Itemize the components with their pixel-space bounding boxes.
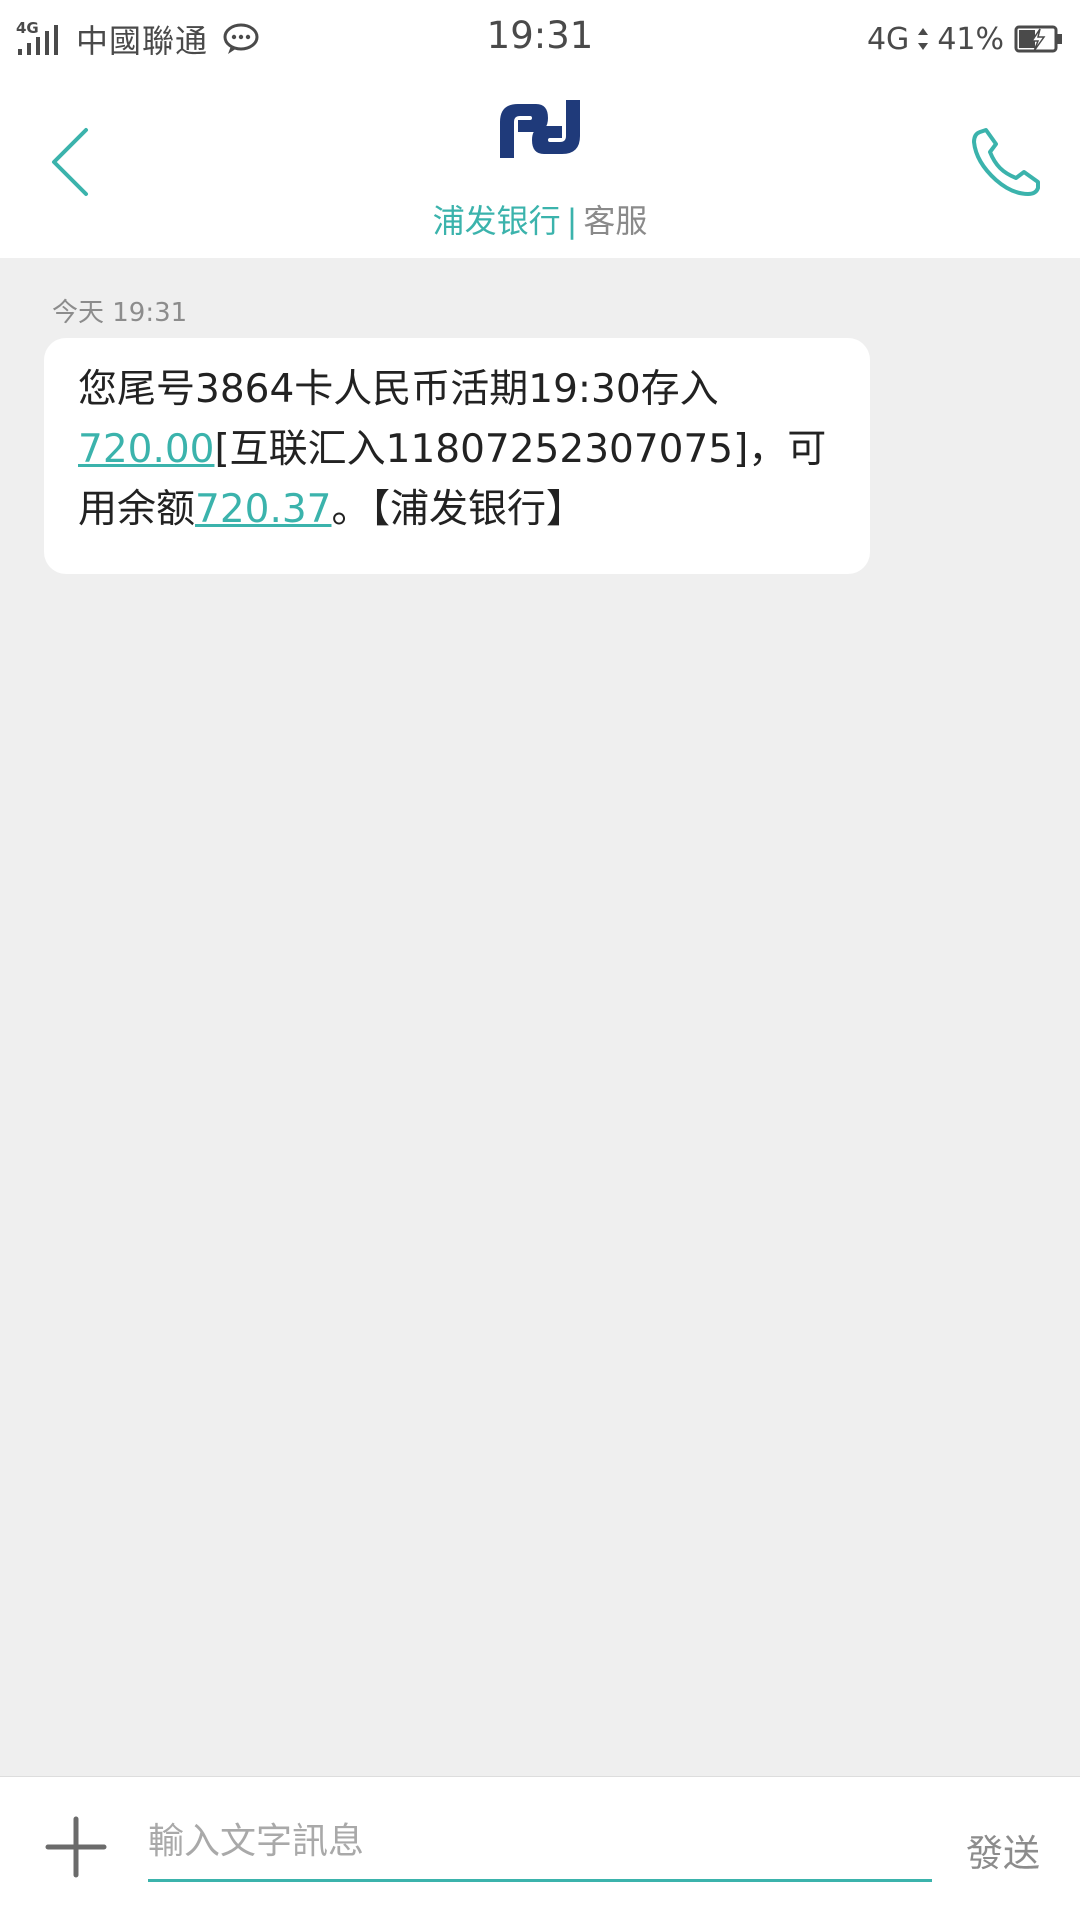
contact-tag: 客服 bbox=[583, 202, 648, 240]
message-composer: 發送 bbox=[0, 1776, 1080, 1920]
title-separator: | bbox=[566, 202, 578, 240]
message-text-part3: 。【浦发银行】 bbox=[331, 487, 585, 532]
message-input[interactable] bbox=[148, 1803, 932, 1882]
balance-link[interactable]: 720.37 bbox=[195, 487, 331, 532]
data-arrows-icon bbox=[918, 28, 929, 50]
network-type: 4G bbox=[866, 21, 910, 57]
status-bar: 4G 中國聯通 19:31 4G 41% bbox=[0, 0, 1080, 78]
amount-link[interactable]: 720.00 bbox=[78, 427, 214, 472]
contact-title: 浦发银行 | 客服 bbox=[0, 196, 1080, 242]
status-right: 4G 41% bbox=[867, 14, 1064, 64]
message-text-part1: 您尾号3864卡人民币活期19:30存入 bbox=[78, 367, 719, 412]
plus-icon[interactable] bbox=[44, 1815, 108, 1879]
contact-name: 浦发银行 bbox=[432, 202, 561, 240]
incoming-message-bubble[interactable]: 您尾号3864卡人民币活期19:30存入 720.00[互联汇入11807252… bbox=[44, 338, 870, 574]
battery-percent: 41% bbox=[937, 21, 1004, 57]
spdb-logo bbox=[500, 100, 580, 158]
battery-charging-icon bbox=[1014, 25, 1062, 53]
phone-icon[interactable] bbox=[966, 122, 1046, 202]
conversation-header: 浦发银行 | 客服 bbox=[0, 78, 1080, 258]
chevron-left-icon[interactable] bbox=[40, 122, 100, 202]
send-button[interactable]: 發送 bbox=[966, 1823, 1040, 1877]
message-timestamp: 今天 19:31 bbox=[52, 298, 188, 328]
sms-conversation-screen: 4G 中國聯通 19:31 4G 41% 浦发银行 | 客服 今天 19:31 … bbox=[0, 0, 1080, 1920]
